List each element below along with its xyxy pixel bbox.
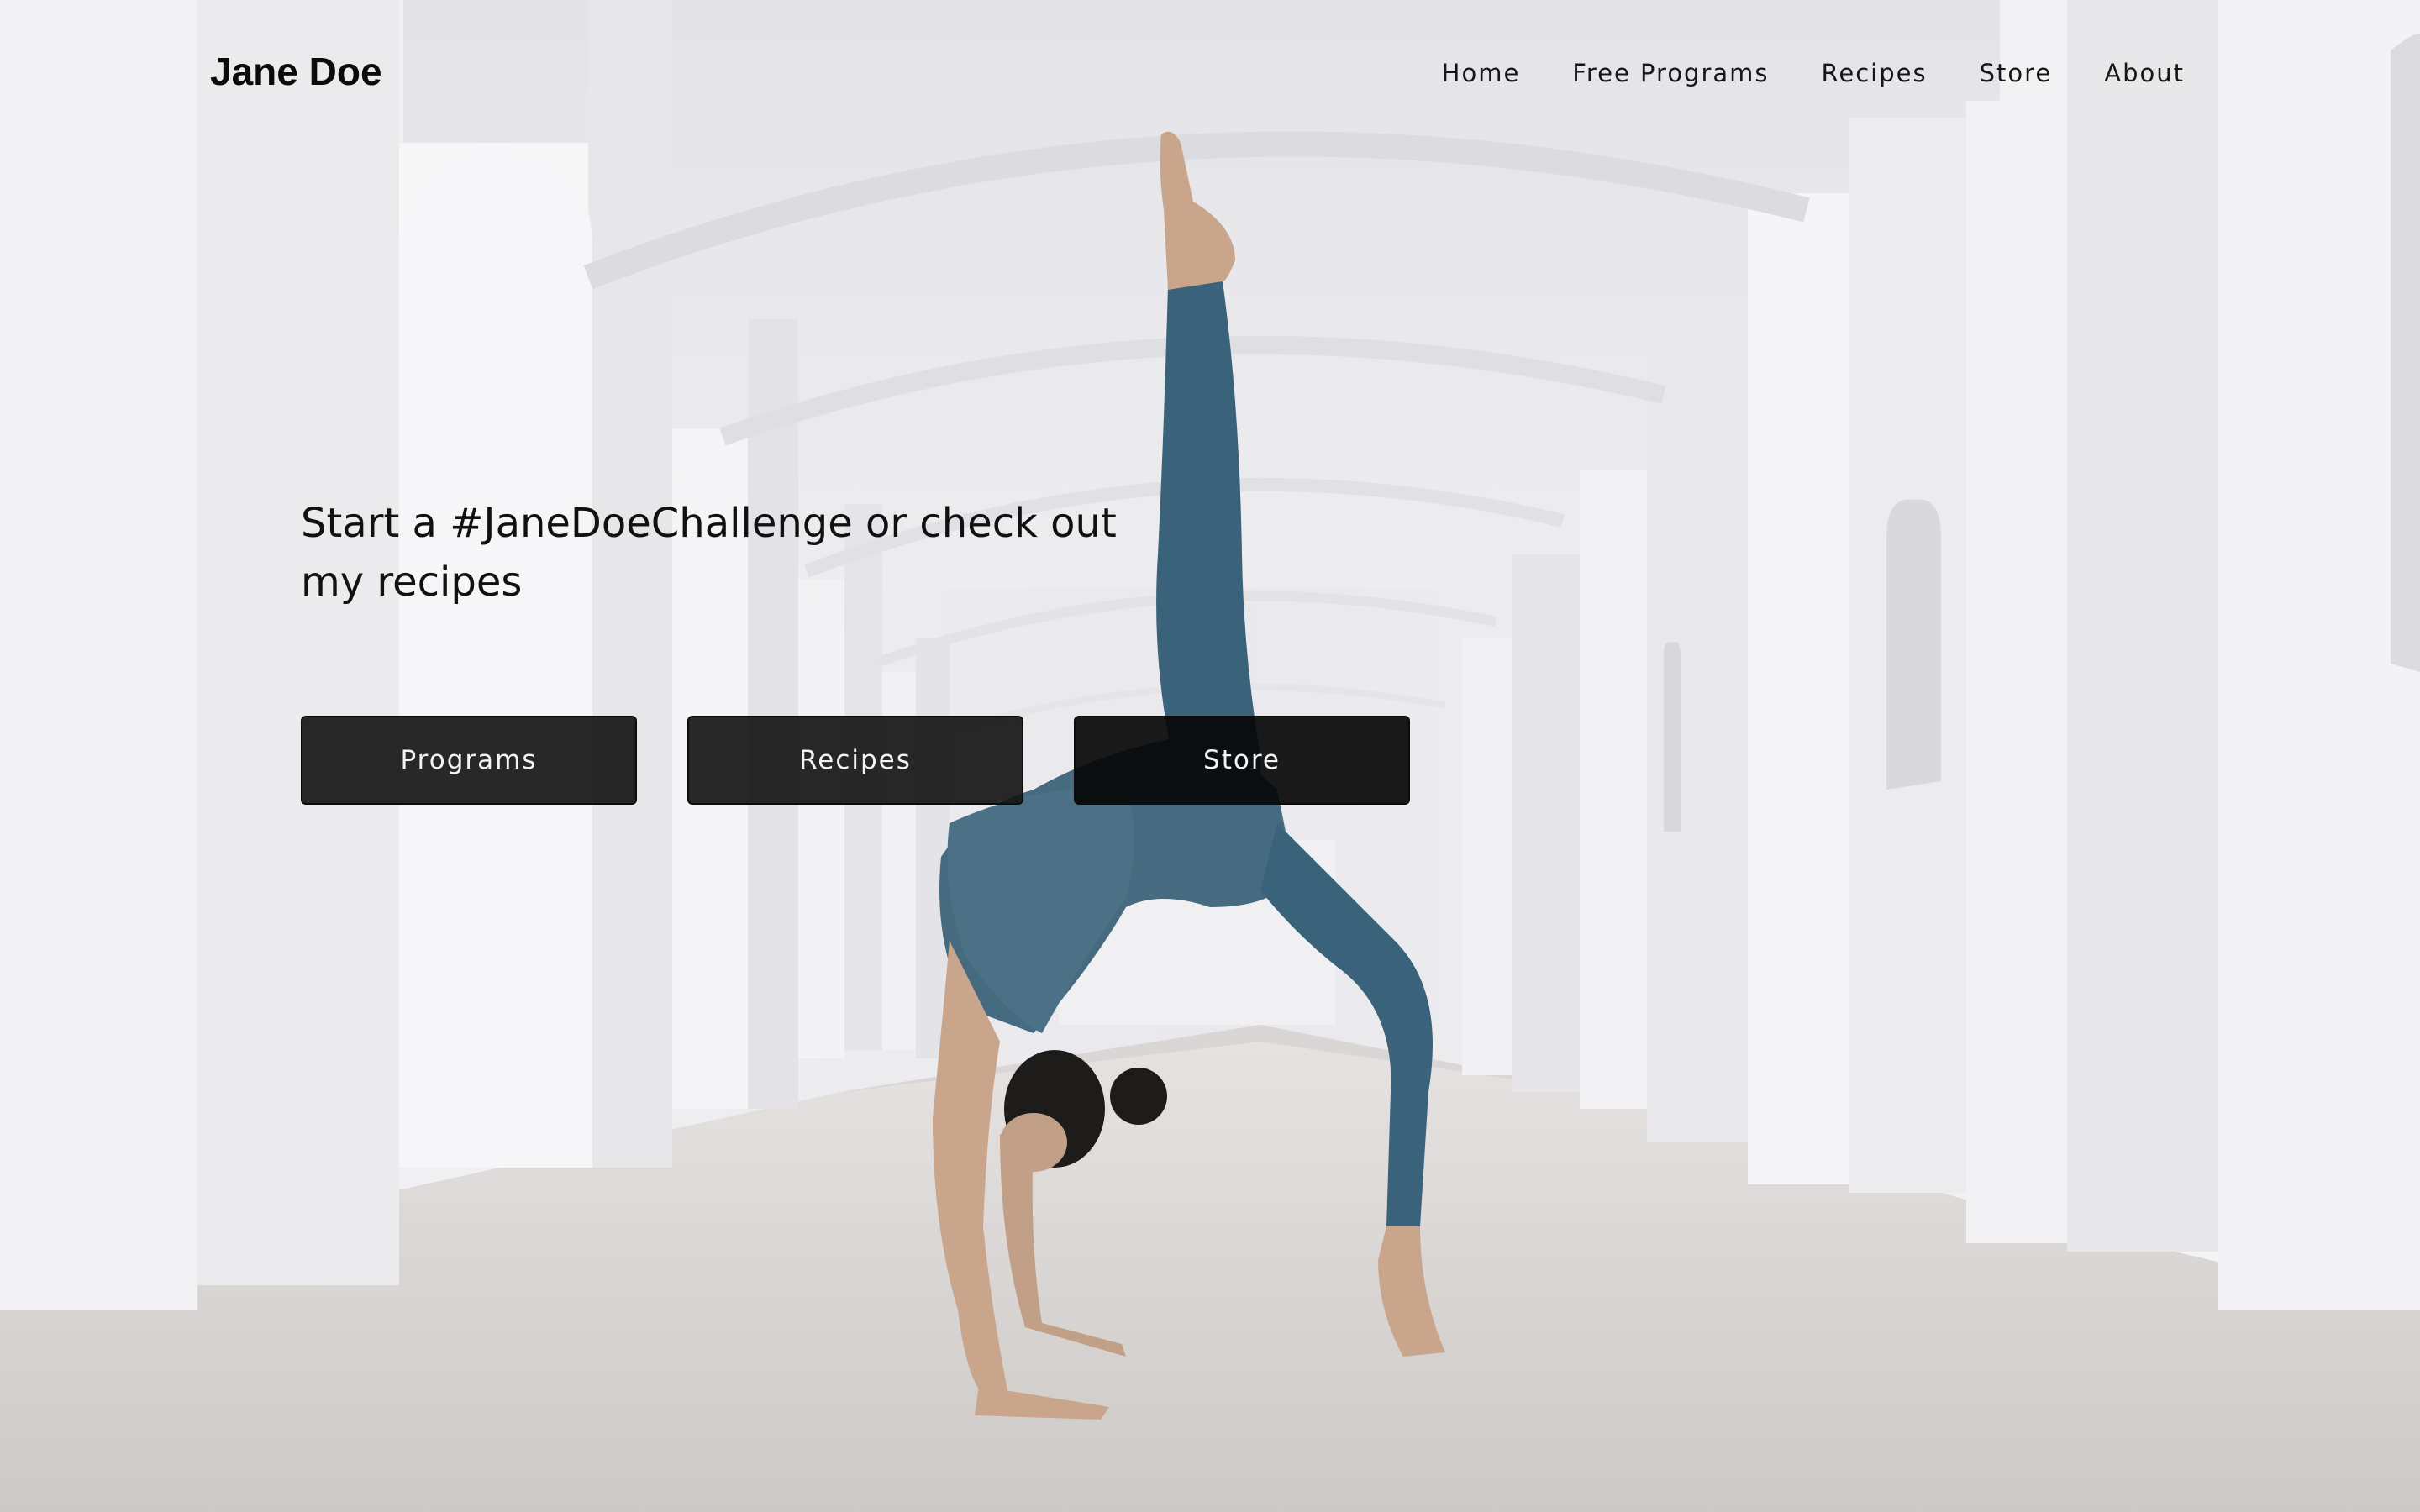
nav-item-home[interactable]: Home [1442, 59, 1521, 87]
site-logo[interactable]: Jane Doe [210, 49, 382, 94]
main-nav: Home Free Programs Recipes Store About [1390, 59, 2185, 87]
nav-item-store[interactable]: Store [1980, 59, 2053, 87]
store-button[interactable]: Store [1074, 716, 1410, 805]
nav-item-recipes[interactable]: Recipes [1822, 59, 1928, 87]
landing-page: Jane Doe Home Free Programs Recipes Stor… [0, 0, 2420, 1512]
hero-cta-row: Programs Recipes Store [301, 716, 1410, 805]
programs-button[interactable]: Programs [301, 716, 637, 805]
recipes-button[interactable]: Recipes [687, 716, 1023, 805]
nav-item-about[interactable]: About [2104, 59, 2185, 87]
nav-item-free-programs[interactable]: Free Programs [1572, 59, 1769, 87]
hero-headline: Start a #JaneDoeChallenge or check out m… [301, 500, 1117, 606]
